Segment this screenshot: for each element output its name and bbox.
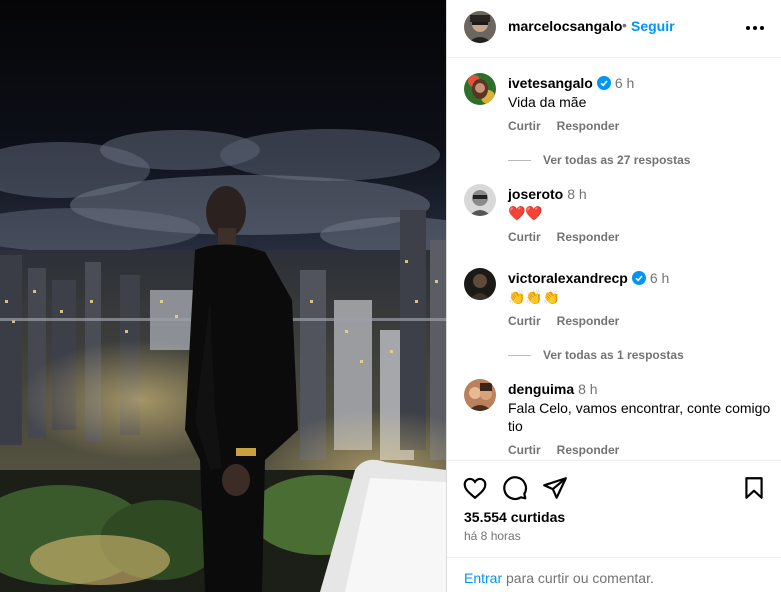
comment-username[interactable]: ivetesangalo 6 h: [508, 75, 634, 91]
city-night-photo: [0, 0, 446, 592]
comment-reply-button[interactable]: Responder: [557, 314, 620, 328]
comment-text: 👏👏👏: [508, 289, 561, 305]
post-timestamp[interactable]: há 8 horas: [464, 529, 521, 543]
replies-divider: [508, 159, 531, 161]
comment-text: Fala Celo, vamos encontrar, conte comigo…: [508, 400, 771, 434]
comment-time: 6 h: [649, 270, 670, 286]
bookmark-icon[interactable]: [741, 475, 767, 501]
login-suffix: para curtir ou comentar.: [502, 570, 654, 586]
replies-divider: [508, 354, 531, 356]
likes-count[interactable]: 35.554 curtidas: [464, 509, 565, 525]
login-prompt-text: Entrar para curtir ou comentar.: [464, 570, 654, 586]
view-replies-button[interactable]: Ver todas as 1 respostas: [508, 348, 684, 362]
more-horizontal-icon[interactable]: [743, 18, 767, 38]
comment-like-button[interactable]: Curtir: [508, 119, 541, 133]
comment-username[interactable]: victoralexandrecp 6 h: [508, 270, 669, 286]
view-replies-label: Ver todas as 1 respostas: [543, 348, 684, 362]
comment-username[interactable]: denguima 8 h: [508, 381, 598, 397]
comment-actions: Curtir Responder: [508, 443, 635, 457]
view-replies-label: Ver todas as 27 respostas: [543, 153, 691, 167]
heart-icon[interactable]: [462, 475, 488, 501]
verified-badge-icon: [596, 76, 611, 90]
commenter-avatar[interactable]: [464, 268, 496, 300]
comment-text: ❤️❤️: [508, 205, 543, 221]
comment-bubble-icon[interactable]: [502, 475, 528, 501]
verified-badge-icon: [631, 271, 646, 285]
comment-time: 8 h: [567, 186, 587, 202]
post-side-panel: marcelocsangalo • Seguir ivetesangalo 6 h…: [446, 0, 781, 592]
separator-dot: •: [622, 17, 627, 33]
comment-reply-button[interactable]: Responder: [557, 119, 620, 133]
author-username[interactable]: marcelocsangalo: [508, 18, 622, 34]
post-header: marcelocsangalo • Seguir: [447, 0, 781, 58]
comment-like-button[interactable]: Curtir: [508, 230, 541, 244]
post-actions: 35.554 curtidas há 8 horas Entrar para c…: [447, 460, 781, 592]
login-prompt: Entrar para curtir ou comentar.: [447, 557, 781, 592]
view-replies-button[interactable]: Ver todas as 27 respostas: [508, 153, 690, 167]
comment-username[interactable]: joseroto 8 h: [508, 186, 587, 202]
comments-list[interactable]: ivetesangalo 6 h Vida da mãe Curtir Respon…: [447, 59, 781, 460]
login-link[interactable]: Entrar: [464, 570, 502, 586]
commenter-avatar[interactable]: [464, 184, 496, 216]
comment-actions: Curtir Responder: [508, 119, 635, 133]
comment-text: Vida da mãe: [508, 94, 587, 110]
comment-actions: Curtir Responder: [508, 230, 635, 244]
commenter-avatar[interactable]: [464, 73, 496, 105]
author-avatar[interactable]: [464, 11, 496, 43]
comment-like-button[interactable]: Curtir: [508, 443, 541, 457]
comment-time: 6 h: [614, 75, 635, 91]
post-photo[interactable]: [0, 0, 446, 592]
comment-reply-button[interactable]: Responder: [557, 443, 620, 457]
post-dialog: marcelocsangalo • Seguir ivetesangalo 6 h…: [0, 0, 781, 592]
follow-button[interactable]: Seguir: [631, 18, 675, 34]
comment-reply-button[interactable]: Responder: [557, 230, 620, 244]
comment-actions: Curtir Responder: [508, 314, 635, 328]
comment-time: 8 h: [578, 381, 598, 397]
paper-plane-icon[interactable]: [542, 475, 568, 501]
commenter-avatar[interactable]: [464, 379, 496, 411]
comment-like-button[interactable]: Curtir: [508, 314, 541, 328]
